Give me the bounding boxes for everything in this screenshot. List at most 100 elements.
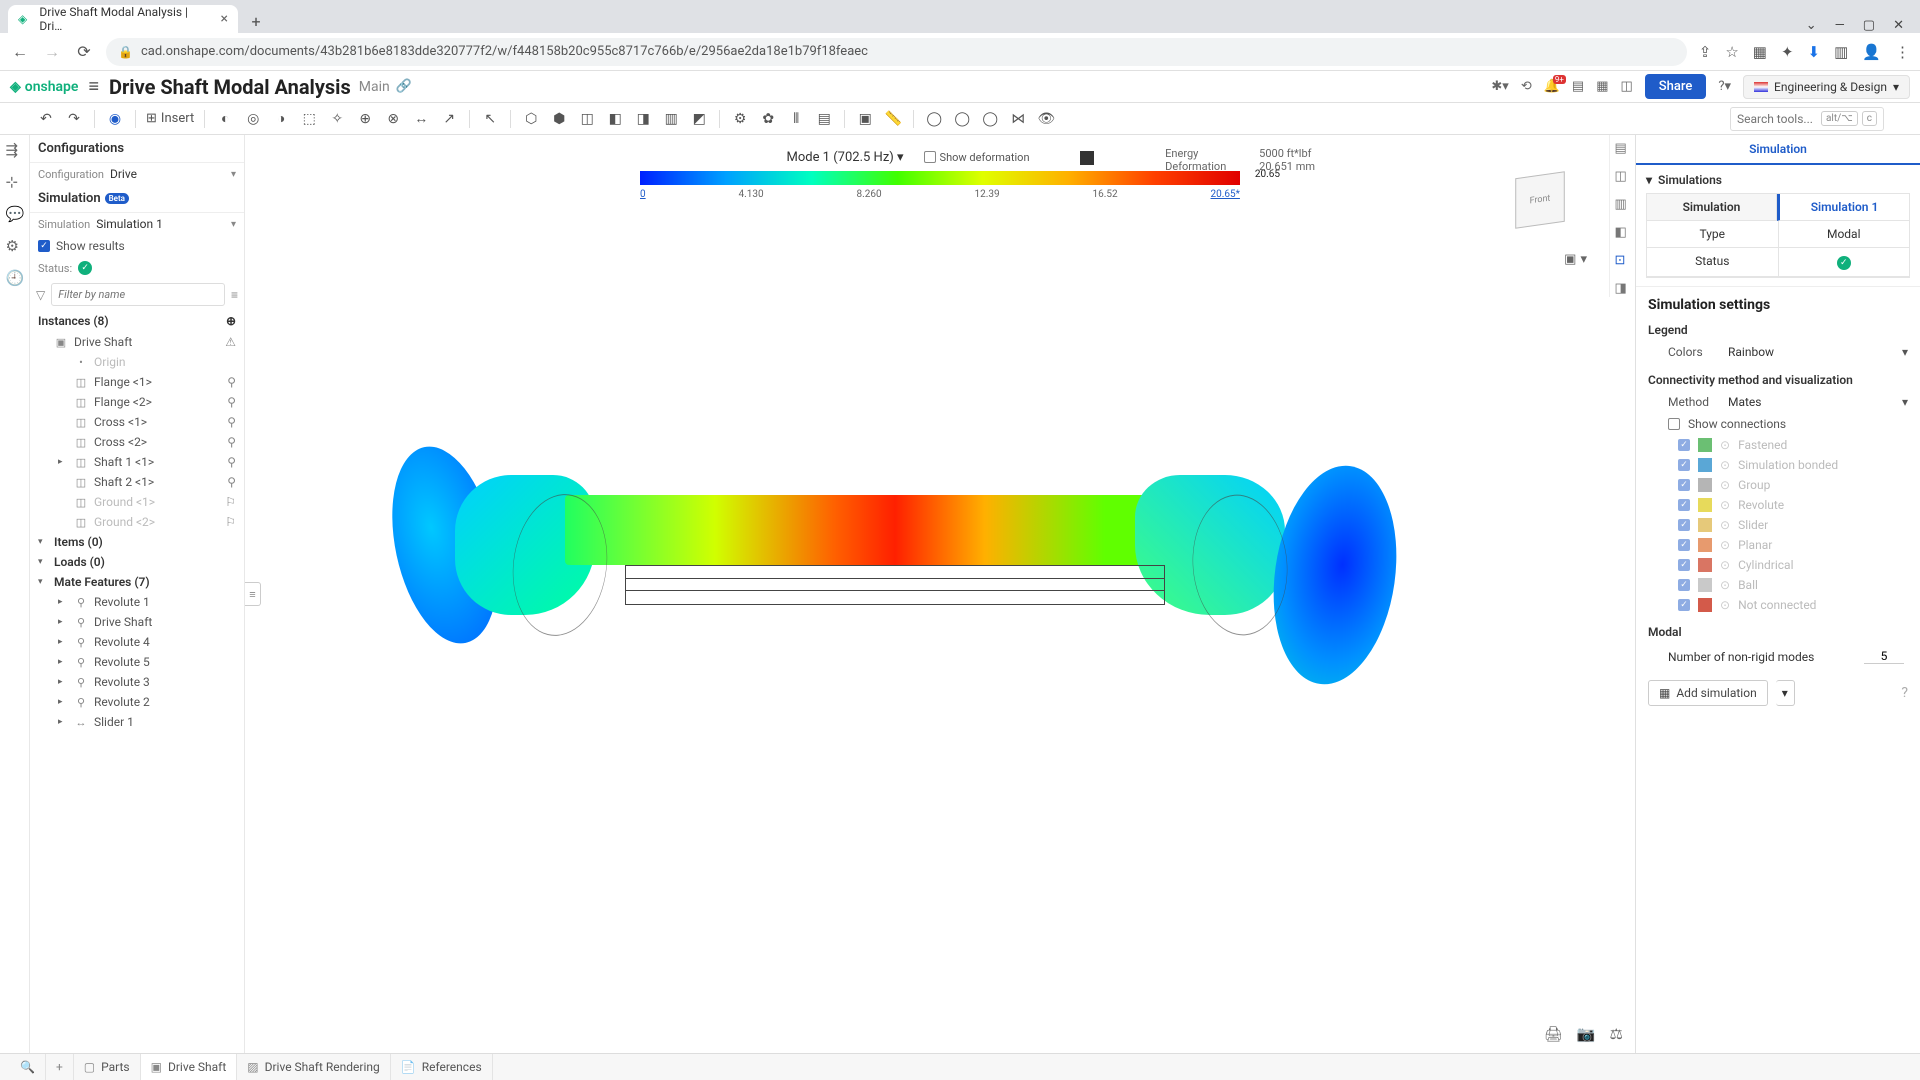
mate-icon[interactable]: ⚲ [227,375,236,389]
close-tab-icon[interactable]: × [221,11,228,27]
connection-type-row[interactable]: ✓⊙Fastened [1648,435,1908,455]
redo-icon[interactable]: ↷ [64,109,84,129]
feature-tree-icon[interactable]: ⇶ [6,141,24,159]
tool-icon[interactable]: ◎ [243,109,263,129]
eye-icon[interactable]: 👁 [1036,109,1056,129]
tool-icon[interactable]: ◐ [215,109,235,129]
tree-row[interactable]: ▸◫Shaft 1 <1>⚲ [30,452,244,472]
tool-icon[interactable]: ◯ [952,109,972,129]
show-results-checkbox[interactable]: ✓ [38,240,50,252]
help-icon[interactable]: ? [1901,685,1908,701]
mate-icon[interactable]: ⚲ [227,395,236,409]
conn-checkbox[interactable]: ✓ [1678,479,1690,491]
minimize-icon[interactable]: — [1835,18,1845,33]
team-badge[interactable]: Engineering & Design ▾ [1743,75,1910,99]
cursor-icon[interactable]: ↖ [480,109,500,129]
search-tabs-icon[interactable]: 🔍 [10,1054,46,1080]
tree-section-header[interactable]: ▾Loads (0) [30,552,244,572]
filter-icon[interactable]: ▽ [36,288,45,302]
add-simulation-button[interactable]: ▦ Add simulation [1648,680,1768,706]
show-connections-checkbox[interactable] [1668,418,1680,430]
sidepanel-icon[interactable]: ▥ [1834,43,1848,61]
connection-type-row[interactable]: ✓⊙Revolute [1648,495,1908,515]
chevron-down-icon[interactable]: ▾ [1580,252,1587,267]
kebab-menu-icon[interactable]: ⋮ [1895,43,1910,61]
tool-icon[interactable]: ⬢ [549,109,569,129]
conn-checkbox[interactable]: ✓ [1678,519,1690,531]
measure-icon[interactable]: 📏 [883,109,903,129]
bookmark-icon[interactable]: ☆ [1725,43,1738,61]
refresh-icon[interactable]: ⟲ [1521,79,1532,94]
extension-icon[interactable]: ▦ [1753,43,1767,61]
assembly-tab[interactable]: ▣Drive Shaft [141,1054,238,1080]
tree-row[interactable]: ◫Shaft 2 <1>⚲ [30,472,244,492]
tool-icon[interactable]: ◧ [605,109,625,129]
mate-row[interactable]: ▸⚲Revolute 3 [30,672,244,692]
browser-tab[interactable]: ◈ Drive Shaft Modal Analysis | Dri… × [8,5,238,33]
tree-section-header[interactable]: ▾Items (0) [30,532,244,552]
connection-type-row[interactable]: ✓⊙Group [1648,475,1908,495]
box-icon[interactable]: ▣ [1564,252,1576,267]
undo-icon[interactable]: ↶ [36,109,56,129]
tick-label[interactable]: 0 [640,189,646,200]
tree-row[interactable]: ◫Ground <2>⚐ [30,512,244,532]
tool-icon[interactable]: ↔ [411,109,431,129]
add-instance-icon[interactable]: ⊕ [226,314,236,328]
spring-icon[interactable]: ⫴ [786,109,806,129]
help-icon[interactable]: ?▾ [1718,79,1731,94]
url-field[interactable]: 🔒 cad.onshape.com/documents/43b281b6e818… [106,38,1687,66]
tree-row[interactable]: ▣Drive Shaft⚠ [30,332,244,352]
method-select-row[interactable]: Method Mates ▾ [1648,391,1908,413]
gear-icon[interactable]: ⚙ [6,237,24,255]
search-tools-input[interactable] [1737,112,1817,126]
tool-icon[interactable]: ▥ [661,109,681,129]
view-cube[interactable]: Front ▣ ▾ [1495,155,1585,245]
conn-checkbox[interactable]: ✓ [1678,499,1690,511]
show-connections-row[interactable]: Show connections [1648,413,1908,435]
show-deformation-checkbox[interactable]: Show deformation [924,151,1030,164]
maximize-icon[interactable]: ▢ [1863,18,1875,33]
mate-icon[interactable]: ⚐ [225,515,236,529]
settings-icon[interactable]: ◫ [1621,79,1633,94]
simulations-header[interactable]: ▾Simulations [1646,173,1910,187]
tree-row[interactable]: ◫Ground <1>⚐ [30,492,244,512]
connection-type-row[interactable]: ✓⊙Slider [1648,515,1908,535]
panel-icon[interactable]: ▤ [1615,141,1631,157]
tool-icon[interactable]: ✧ [327,109,347,129]
mate-icon[interactable]: ⚲ [227,415,236,429]
tool-icon[interactable]: ◯ [980,109,1000,129]
configuration-select-row[interactable]: Configuration Drive ▾ [30,163,244,185]
insert-button[interactable]: ⊞ Insert [146,111,194,126]
onshape-logo[interactable]: ◈ onshape [10,79,78,95]
close-window-icon[interactable]: ✕ [1893,18,1904,33]
conn-checkbox[interactable]: ✓ [1678,559,1690,571]
tool-icon[interactable]: ⬡ [521,109,541,129]
tool-icon[interactable]: ◯ [924,109,944,129]
download-icon[interactable]: ⬇ [1808,43,1821,61]
colors-select-row[interactable]: Colors Rainbow ▾ [1648,341,1908,363]
tool-icon[interactable]: ◑ [271,109,291,129]
tree-row[interactable]: ◫Flange <1>⚲ [30,372,244,392]
mate-icon[interactable]: ⚲ [227,435,236,449]
add-icon[interactable]: ⊹ [6,173,24,191]
panel-icon[interactable]: ◧ [1615,225,1631,241]
list-icon[interactable]: ≡ [231,288,238,302]
chevron-down-icon[interactable]: ▾ [1776,680,1795,706]
mate-icon[interactable]: ⚲ [227,455,236,469]
tree-row[interactable]: ◫Cross <2>⚲ [30,432,244,452]
tool-icon[interactable]: ⊕ [355,109,375,129]
references-tab[interactable]: 📄References [391,1054,493,1080]
filter-input[interactable] [51,283,225,306]
gear-icon[interactable]: ✿ [758,109,778,129]
modes-input[interactable] [1864,649,1904,664]
share-url-icon[interactable]: ⇪ [1699,43,1712,61]
panel-icon[interactable]: ▥ [1615,197,1631,213]
panel-icon[interactable]: ◫ [1615,169,1631,185]
sketch-icon[interactable]: ◉ [105,109,125,129]
side-handle[interactable]: ≡ [245,582,261,606]
simulation-select-row[interactable]: Simulation Simulation 1 ▾ [30,213,244,235]
tool-icon[interactable]: ↗ [439,109,459,129]
connection-type-row[interactable]: ✓⊙Simulation bonded [1648,455,1908,475]
tool-icon[interactable]: ⋈ [1008,109,1028,129]
cube-face[interactable]: Front [1515,171,1565,228]
